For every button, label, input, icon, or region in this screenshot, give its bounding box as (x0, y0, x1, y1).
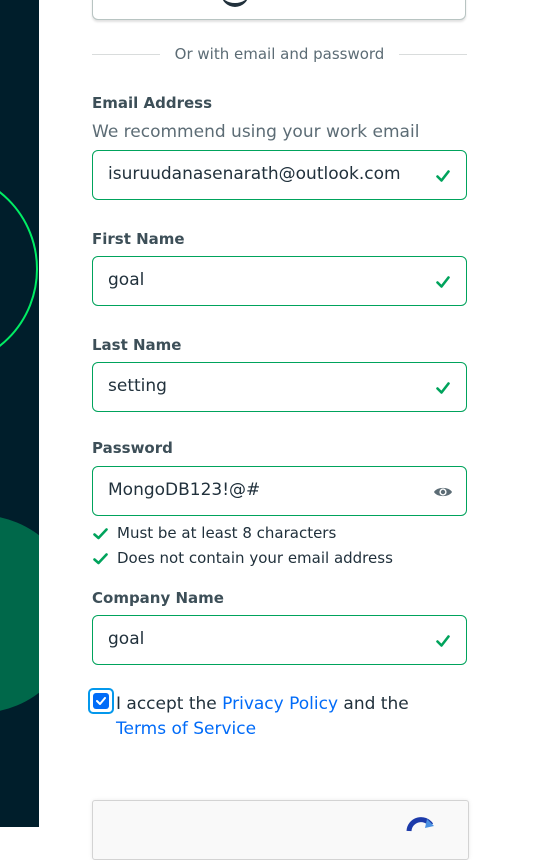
check-icon (436, 170, 450, 182)
divider-line-right (399, 54, 467, 55)
checkbox-checked-indicator (93, 693, 109, 709)
first-name-field[interactable]: goal (92, 256, 467, 306)
last-name-field-value: setting (108, 376, 167, 396)
terms-text: I accept the Privacy Policy and the Term… (116, 692, 416, 742)
password-field[interactable]: MongoDB123!@# (92, 466, 467, 516)
decorative-blob (0, 515, 39, 713)
company-name-field-value: goal (108, 629, 145, 649)
company-name-label: Company Name (92, 589, 224, 607)
check-icon (436, 382, 450, 394)
decorative-side-panel (0, 0, 39, 827)
password-rule-text: Does not contain your email address (117, 549, 393, 567)
email-helper-text: We recommend using your work email (92, 122, 420, 142)
last-name-label: Last Name (92, 336, 182, 354)
terms-prefix: I accept the (116, 694, 217, 714)
email-field[interactable]: isuruudanasenarath@outlook.com (92, 150, 467, 200)
check-icon (93, 553, 108, 565)
last-name-field[interactable]: setting (92, 362, 467, 412)
eye-icon[interactable] (433, 484, 453, 500)
check-icon (93, 528, 108, 540)
password-label: Password (92, 439, 173, 457)
terms-of-service-link[interactable]: Terms of Service (116, 719, 256, 739)
check-icon (436, 635, 450, 647)
email-field-value: isuruudanasenarath@outlook.com (108, 164, 401, 184)
check-icon (436, 276, 450, 288)
checkmark-icon (96, 697, 106, 705)
privacy-policy-link[interactable]: Privacy Policy (222, 694, 338, 714)
provider-logo-icon (221, 0, 249, 7)
password-rule-text: Must be at least 8 characters (117, 524, 337, 542)
oauth-signin-button[interactable] (92, 0, 466, 20)
terms-checkbox[interactable] (88, 688, 114, 714)
recaptcha-icon (406, 817, 434, 832)
or-divider: Or with email and password (92, 45, 467, 65)
company-name-field[interactable]: goal (92, 615, 467, 665)
decorative-arc (0, 170, 38, 368)
terms-middle: and the (343, 694, 409, 714)
first-name-field-value: goal (108, 270, 145, 290)
recaptcha-widget[interactable] (92, 800, 469, 860)
email-label: Email Address (92, 94, 213, 112)
password-field-value: MongoDB123!@# (108, 480, 261, 500)
first-name-label: First Name (92, 230, 185, 248)
terms-consent: I accept the Privacy Policy and the Term… (88, 686, 468, 746)
